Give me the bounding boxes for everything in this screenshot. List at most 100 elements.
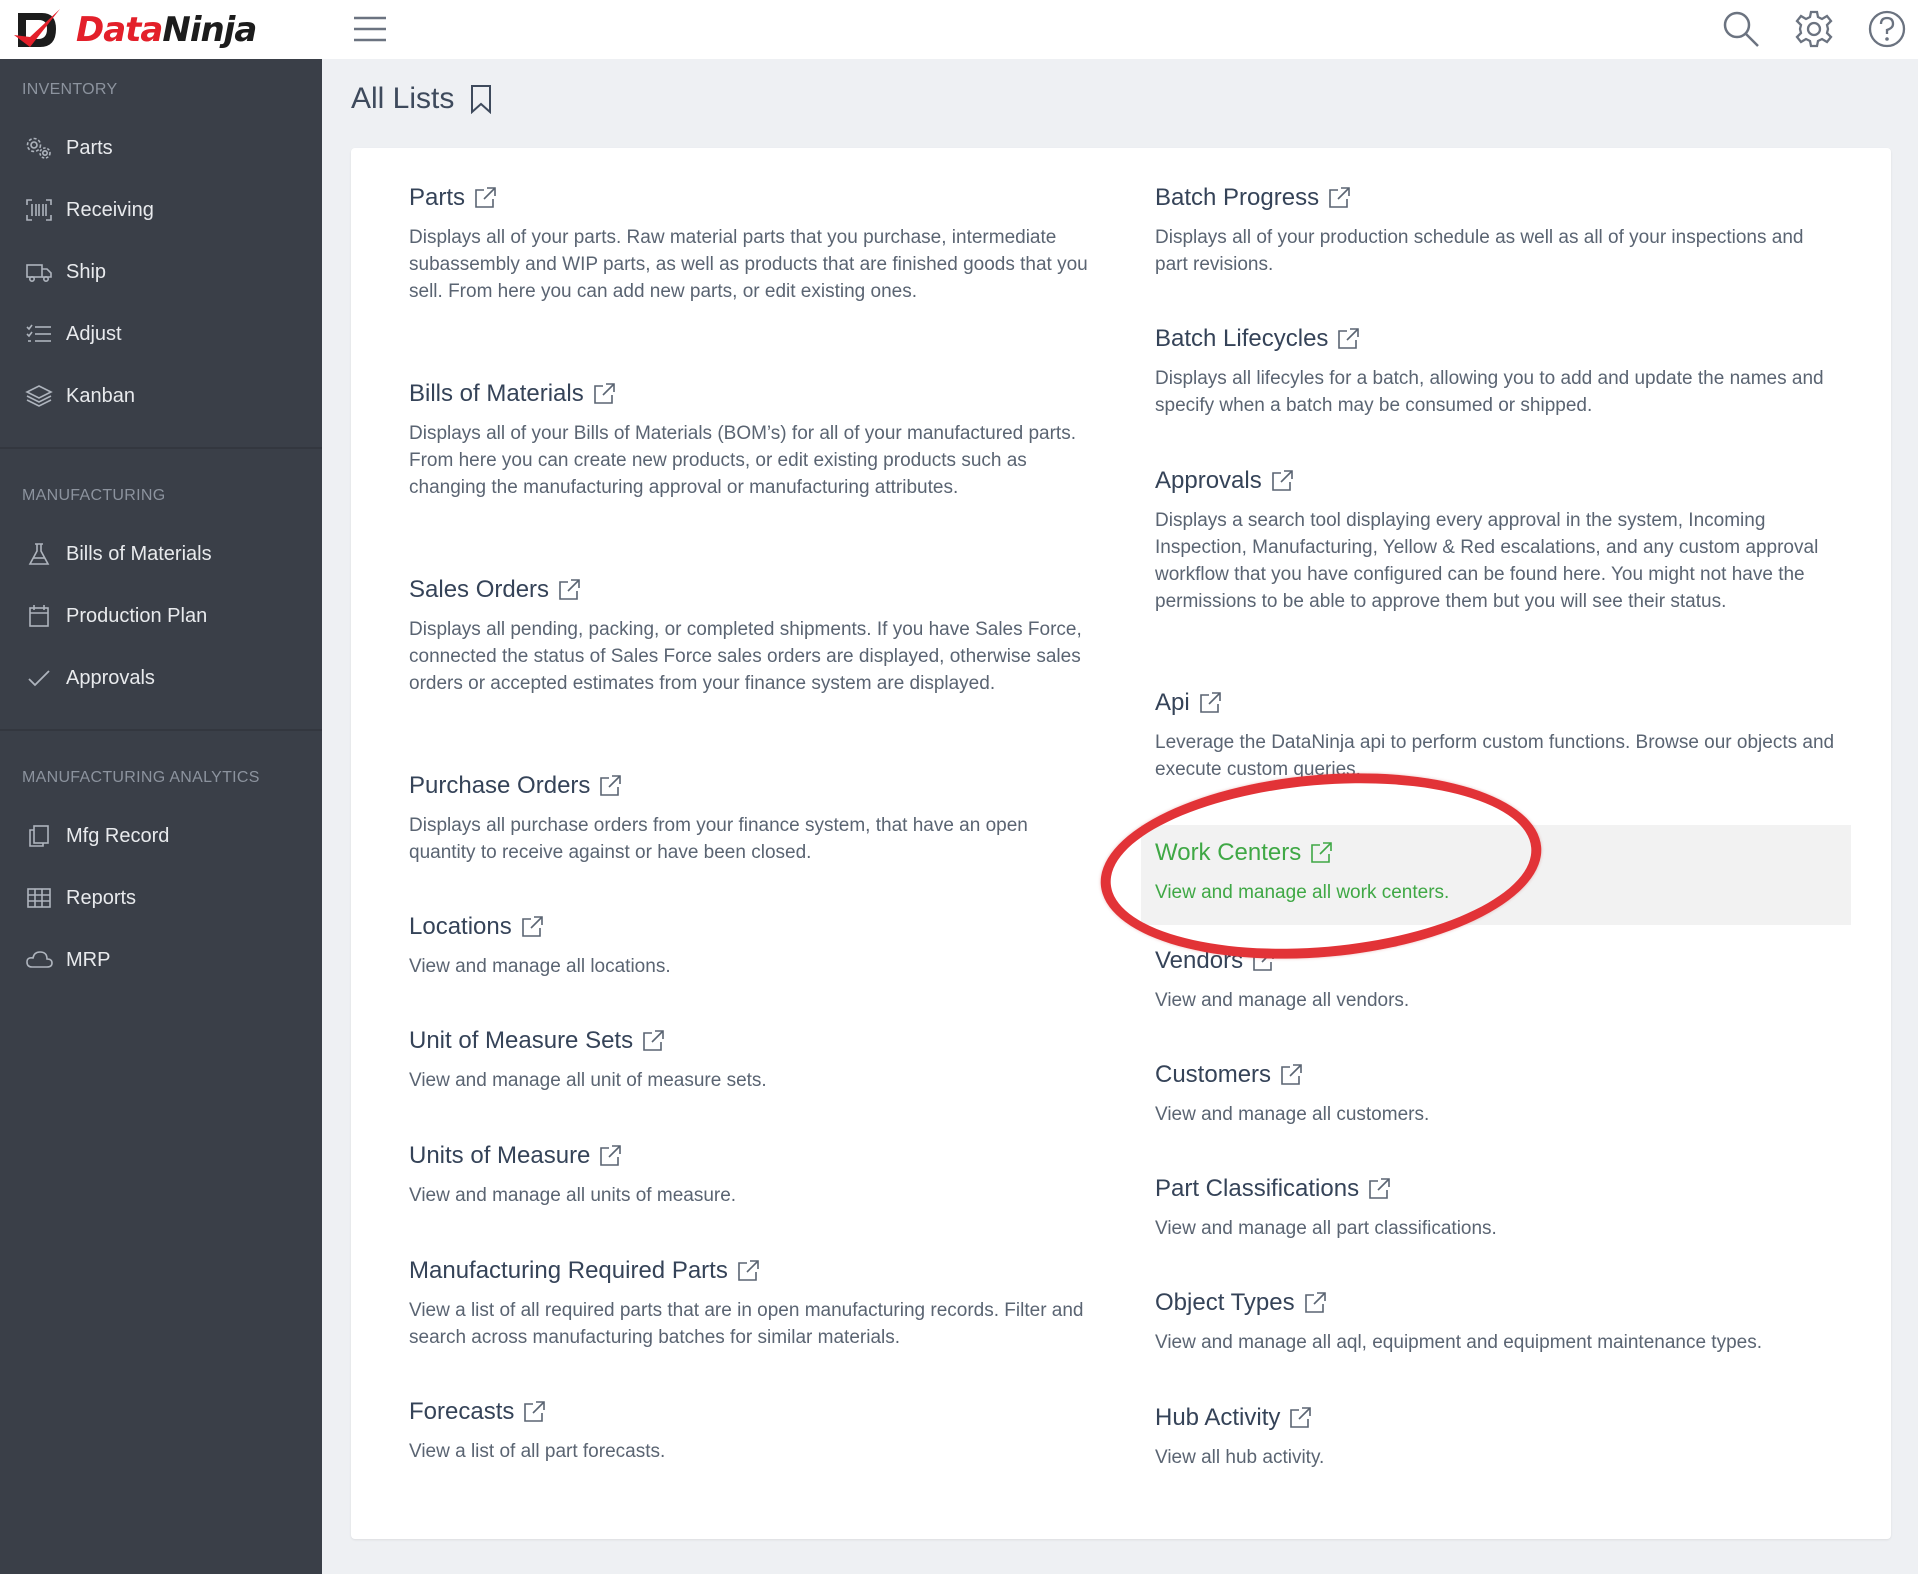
list-entry-batch-progress: Batch Progress Displays all of your prod… [1141, 180, 1851, 278]
logo-text: DataNinja [76, 10, 257, 50]
list-link[interactable]: Parts [409, 180, 1089, 216]
list-link[interactable]: Object Types [1155, 1285, 1837, 1321]
external-link-icon [1336, 327, 1360, 351]
list-link[interactable]: Api [1155, 685, 1837, 721]
sidebar-item-label: Kanban [66, 384, 135, 407]
external-link-icon [1279, 1063, 1303, 1087]
sidebar-item-label: Parts [66, 136, 113, 159]
gear-icon[interactable] [1791, 6, 1837, 52]
table-icon [24, 885, 54, 911]
external-link-icon [598, 774, 622, 798]
list-entry-work-centers: Work Centers View and manage all work ce… [1141, 825, 1851, 925]
sidebar-item-reports[interactable]: Reports [0, 867, 322, 929]
help-icon[interactable] [1864, 6, 1910, 52]
list-entry-bills-of-materials: Bills of Materials Displays all of your … [409, 376, 1089, 501]
list-link[interactable]: Hub Activity [1155, 1400, 1837, 1436]
list-link[interactable]: Part Classifications [1155, 1171, 1837, 1207]
list-link[interactable]: Manufacturing Required Parts [409, 1253, 1089, 1289]
dataninja-logo-icon [14, 9, 60, 47]
sidebar-item-parts[interactable]: Parts [0, 117, 322, 179]
list-entry-locations: Locations View and manage all locations. [409, 909, 1089, 980]
check-icon [24, 665, 54, 691]
list-entry-unit-of-measure-sets: Unit of Measure Sets View and manage all… [409, 1023, 1089, 1094]
sidebar-heading: INVENTORY [22, 81, 118, 98]
calendar-icon [24, 603, 54, 629]
external-link-icon [641, 1029, 665, 1053]
external-link-icon [736, 1259, 760, 1283]
list-entry-object-types: Object Types View and manage all aql, eq… [1141, 1285, 1851, 1356]
sidebar-item-bills-of-materials[interactable]: Bills of Materials [0, 523, 322, 585]
copy-icon [24, 823, 54, 849]
list-description: Displays all of your parts. Raw material… [409, 227, 1088, 302]
external-link-icon [522, 1400, 546, 1424]
external-link-icon [1309, 841, 1333, 865]
list-link[interactable]: Approvals [1155, 463, 1837, 499]
list-link[interactable]: Unit of Measure Sets [409, 1023, 1089, 1059]
list-link[interactable]: Batch Progress [1155, 180, 1837, 216]
external-link-icon [1251, 949, 1275, 973]
list-link[interactable]: Units of Measure [409, 1138, 1089, 1174]
sidebar-item-approvals[interactable]: Approvals [0, 647, 322, 709]
sidebar-section-inventory: INVENTORY Parts Receiving Ship Adjust Ka… [0, 59, 322, 449]
gears-icon [24, 135, 54, 161]
sidebar-item-label: Reports [66, 886, 137, 909]
list-link[interactable]: Locations [409, 909, 1089, 945]
sidebar-item-kanban[interactable]: Kanban [0, 365, 322, 427]
external-link-icon [1367, 1177, 1391, 1201]
list-description: View and manage all locations. [409, 956, 671, 977]
list-entry-hub-activity: Hub Activity View all hub activity. [1141, 1400, 1851, 1471]
list-description: View and manage all aql, equipment and e… [1155, 1332, 1762, 1353]
list-entry-purchase-orders: Purchase Orders Displays all purchase or… [409, 768, 1089, 866]
list-entry-approvals: Approvals Displays a search tool display… [1141, 463, 1851, 615]
list-link[interactable]: Sales Orders [409, 572, 1089, 608]
list-link[interactable]: Batch Lifecycles [1155, 321, 1837, 357]
sidebar-item-label: Mfg Record [66, 824, 170, 847]
search-icon[interactable] [1718, 6, 1764, 52]
list-link[interactable]: Bills of Materials [409, 376, 1089, 412]
cloud-icon [24, 947, 54, 973]
sidebar-item-mfg-record[interactable]: Mfg Record [0, 805, 322, 867]
sidebar-item-mrp[interactable]: MRP [0, 929, 322, 991]
logo[interactable]: DataNinja [12, 6, 257, 54]
external-link-icon [557, 578, 581, 602]
sidebar-item-label: Production Plan [66, 604, 208, 627]
page-header: All Lists [351, 82, 494, 116]
sidebar-item-ship[interactable]: Ship [0, 241, 322, 303]
checklist-icon [24, 321, 54, 347]
external-link-icon [1270, 469, 1294, 493]
list-description: Displays all of your Bills of Materials … [409, 423, 1076, 498]
list-entry-part-classifications: Part Classifications View and manage all… [1141, 1171, 1851, 1242]
external-link-icon [1327, 186, 1351, 210]
list-entry-batch-lifecycles: Batch Lifecycles Displays all lifecyles … [1141, 321, 1851, 419]
list-link[interactable]: Vendors [1155, 943, 1837, 979]
sidebar-item-adjust[interactable]: Adjust [0, 303, 322, 365]
list-entry-parts: Parts Displays all of your parts. Raw ma… [409, 180, 1089, 305]
sidebar-item-label: Ship [66, 260, 107, 283]
external-link-icon [592, 382, 616, 406]
list-description: View a list of all required parts that a… [409, 1300, 1084, 1348]
list-description: View all hub activity. [1155, 1447, 1325, 1468]
sidebar-section-manufacturing-analytics: MANUFACTURING ANALYTICS Mfg Record Repor… [0, 731, 322, 1011]
menu-icon[interactable] [352, 13, 388, 45]
truck-icon [24, 259, 54, 285]
sidebar-item-receiving[interactable]: Receiving [0, 179, 322, 241]
bookmark-icon[interactable] [468, 84, 494, 115]
layers-icon [24, 383, 54, 409]
list-description: Leverage the DataNinja api to perform cu… [1155, 732, 1835, 780]
list-entry-vendors: Vendors View and manage all vendors. [1141, 943, 1851, 1014]
list-entry-sales-orders: Sales Orders Displays all pending, packi… [409, 572, 1089, 697]
sidebar-item-label: Bills of Materials [66, 542, 212, 565]
list-description: Displays a search tool displaying every … [1155, 510, 1819, 612]
list-link[interactable]: Work Centers [1155, 835, 1837, 871]
list-link[interactable]: Customers [1155, 1057, 1837, 1093]
list-link[interactable]: Forecasts [409, 1394, 1089, 1430]
list-description: Displays all lifecyles for a batch, allo… [1155, 368, 1824, 416]
barcode-icon [24, 197, 54, 223]
list-link[interactable]: Purchase Orders [409, 768, 1089, 804]
external-link-icon [1288, 1406, 1312, 1430]
sidebar-item-production-plan[interactable]: Production Plan [0, 585, 322, 647]
list-entry-api: Api Leverage the DataNinja api to perfor… [1141, 685, 1851, 783]
external-link-icon [1303, 1291, 1327, 1315]
sidebar-item-label: Approvals [66, 666, 155, 689]
external-link-icon [598, 1144, 622, 1168]
